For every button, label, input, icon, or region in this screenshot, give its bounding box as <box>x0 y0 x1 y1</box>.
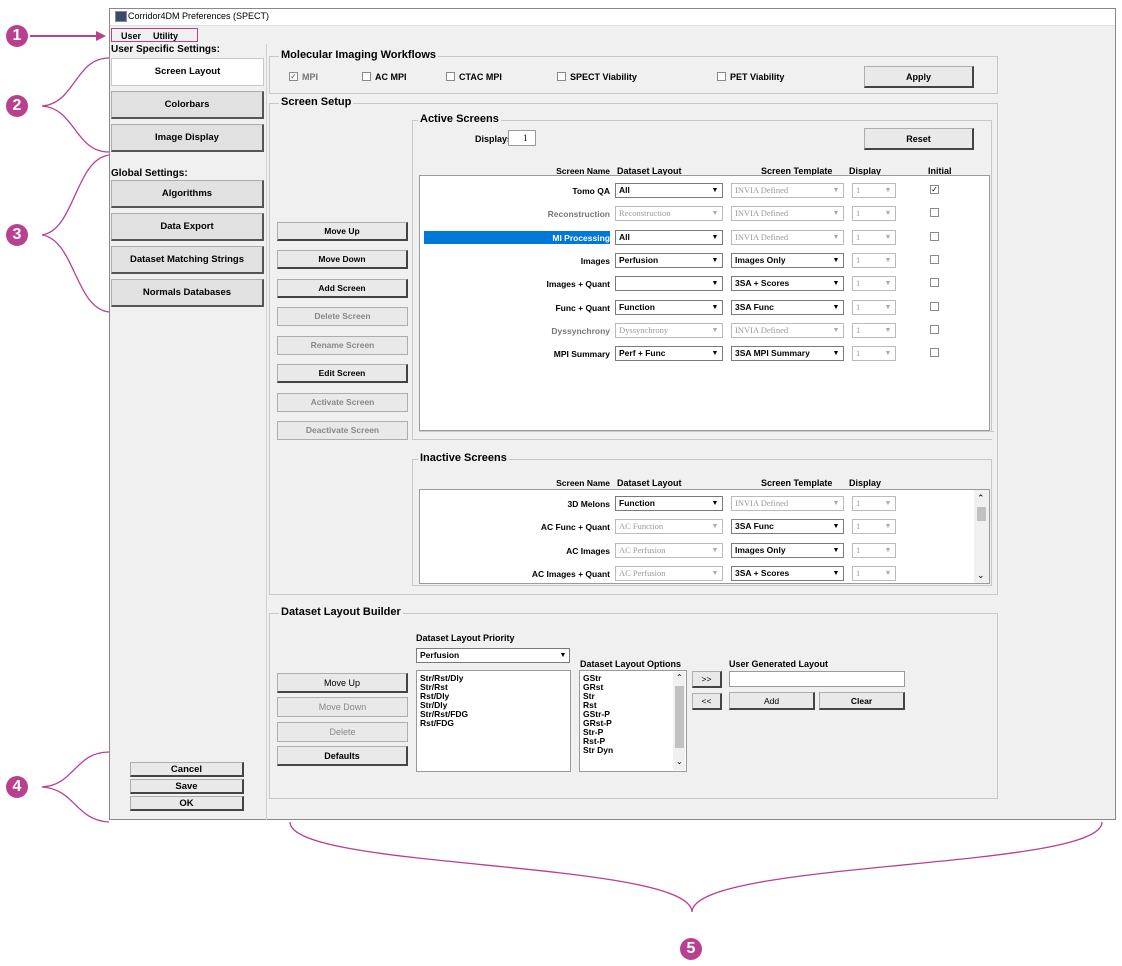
annotation-braces <box>41 57 1103 913</box>
brace-3 <box>41 154 110 313</box>
brace-4 <box>41 751 110 823</box>
brace-5 <box>289 821 1103 913</box>
brace-2 <box>41 57 110 153</box>
